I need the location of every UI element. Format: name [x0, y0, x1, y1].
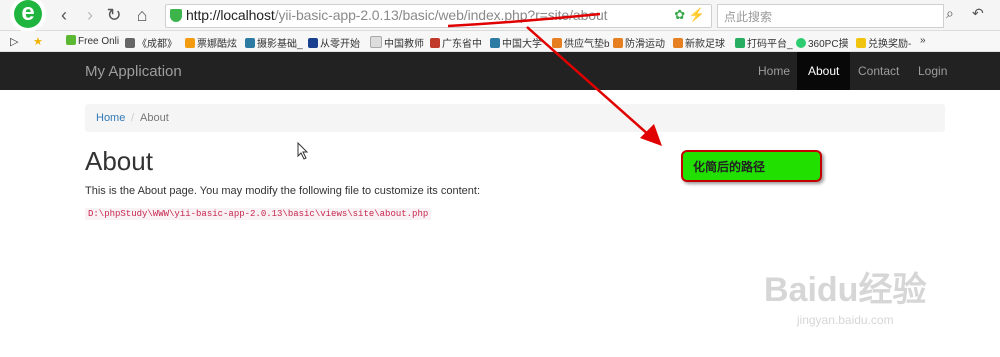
arrow-shaft: [526, 26, 651, 137]
underline-stroke: [447, 12, 601, 28]
watermark-logo: Baidu经验: [764, 271, 927, 309]
baidu-watermark: Baidu经验 jingyan.baidu.com: [764, 262, 926, 327]
callout-label: 化简后的路径: [693, 160, 766, 174]
watermark-url: jingyan.baidu.com: [796, 313, 894, 327]
arrow-head: [640, 124, 662, 146]
annotation-callout: 化简后的路径: [681, 150, 822, 182]
